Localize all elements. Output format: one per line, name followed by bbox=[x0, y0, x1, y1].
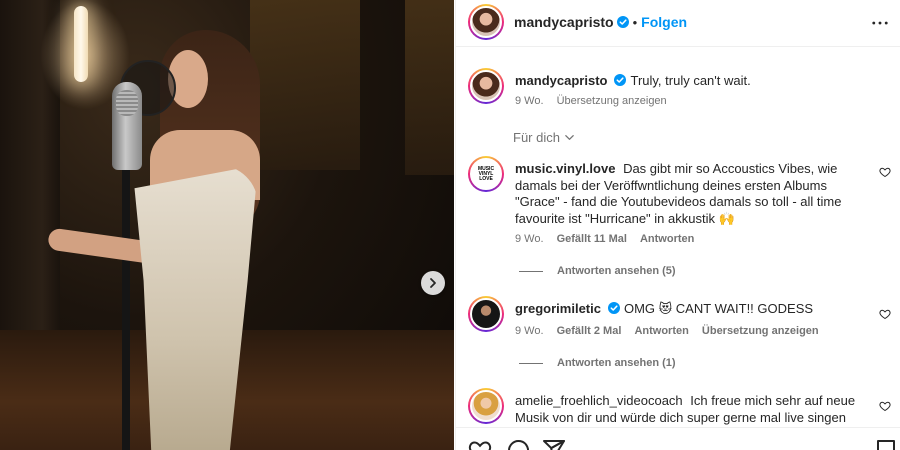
replies-line bbox=[519, 362, 543, 364]
comment-likes[interactable]: Gefällt 11 Mal bbox=[557, 233, 627, 245]
photo-microphone-grille bbox=[116, 90, 138, 116]
post-caption: mandycapristo Truly, truly can't wait. 9… bbox=[468, 68, 893, 112]
verified-badge-icon bbox=[616, 16, 629, 28]
comment-username[interactable]: music.vinyl.love bbox=[515, 161, 615, 176]
avatar-logo-text: MUSIC VINYL LOVE bbox=[477, 165, 495, 182]
share-icon[interactable] bbox=[542, 438, 566, 450]
post-details-pane: mandycapristo • Folgen mandycapristo Tru… bbox=[455, 0, 900, 450]
comment-text: OMG 😻 CANT WAIT!! GODESS bbox=[623, 301, 814, 316]
comment-username[interactable]: gregorimiletic bbox=[515, 301, 601, 316]
caption-meta: 9 Wo. Übersetzung anzeigen bbox=[515, 95, 677, 107]
comment-item: amelie_froehlich_videocoach Ich freue mi… bbox=[468, 388, 893, 428]
caption-text: Truly, truly can't wait. bbox=[630, 73, 751, 88]
caption-translate-link[interactable]: Übersetzung anzeigen bbox=[557, 95, 667, 107]
comment-filter-label: Für dich bbox=[513, 130, 560, 145]
commenter-avatar[interactable] bbox=[468, 296, 504, 332]
comment-username[interactable]: amelie_froehlich_videocoach bbox=[515, 393, 683, 408]
photo-acoustic-panel bbox=[405, 0, 454, 175]
caption-username[interactable]: mandycapristo bbox=[515, 73, 607, 88]
view-replies-label: Antworten ansehen (1) bbox=[557, 357, 676, 369]
carousel-next-button[interactable] bbox=[421, 271, 445, 295]
bookmark-icon[interactable] bbox=[874, 438, 898, 450]
post-header: mandycapristo • Folgen bbox=[456, 0, 900, 47]
comment-reply-button[interactable]: Antworten bbox=[640, 233, 694, 245]
more-horizontal-icon bbox=[872, 21, 888, 25]
post-action-bar bbox=[456, 427, 900, 450]
comment-reply-button[interactable]: Antworten bbox=[634, 325, 688, 337]
caption-text-block: mandycapristo Truly, truly can't wait. bbox=[515, 73, 875, 90]
comment-meta: 9 Wo. Gefällt 11 Mal Antworten bbox=[515, 233, 704, 245]
comment-time[interactable]: 9 Wo. bbox=[515, 325, 544, 337]
heart-icon[interactable] bbox=[879, 308, 891, 320]
commenter-avatar[interactable]: MUSIC VINYL LOVE bbox=[468, 156, 504, 192]
verified-badge-icon bbox=[614, 74, 627, 86]
photo-lamp bbox=[74, 6, 88, 82]
heart-icon[interactable] bbox=[879, 400, 891, 412]
heart-icon[interactable] bbox=[879, 166, 891, 178]
comment-filter-dropdown[interactable]: Für dich bbox=[513, 130, 575, 145]
heart-icon[interactable] bbox=[468, 438, 492, 450]
separator-dot: • bbox=[632, 14, 638, 30]
follow-button[interactable]: Folgen bbox=[641, 14, 687, 30]
caption-time[interactable]: 9 Wo. bbox=[515, 95, 544, 107]
replies-line bbox=[519, 270, 543, 272]
verified-badge-icon bbox=[607, 302, 620, 314]
comment-text-block: gregorimiletic OMG 😻 CANT WAIT!! GODESS bbox=[515, 301, 875, 318]
comment-text-block: amelie_froehlich_videocoach Ich freue mi… bbox=[515, 393, 875, 426]
comment-item: gregorimiletic OMG 😻 CANT WAIT!! GODESS … bbox=[468, 296, 893, 340]
comment-text-block: music.vinyl.love Das gibt mir so Accoust… bbox=[515, 161, 875, 227]
chevron-right-icon bbox=[430, 278, 436, 288]
comment-meta: 9 Wo. Gefällt 2 Mal Antworten Übersetzun… bbox=[515, 325, 829, 337]
more-options-button[interactable] bbox=[871, 14, 889, 32]
view-replies-button[interactable]: Antworten ansehen (1) bbox=[519, 357, 676, 369]
caption-author-avatar[interactable] bbox=[468, 68, 504, 104]
comment-item: MUSIC VINYL LOVE music.vinyl.love Das gi… bbox=[468, 156, 893, 246]
comment-translate-link[interactable]: Übersetzung anzeigen bbox=[702, 325, 819, 337]
comment-time[interactable]: 9 Wo. bbox=[515, 233, 544, 245]
author-line: mandycapristo • Folgen bbox=[514, 14, 687, 30]
commenter-avatar[interactable] bbox=[468, 388, 504, 424]
chevron-down-icon bbox=[565, 135, 574, 140]
comment-icon[interactable] bbox=[506, 438, 530, 450]
view-replies-label: Antworten ansehen (5) bbox=[557, 265, 676, 277]
view-replies-button[interactable]: Antworten ansehen (5) bbox=[519, 265, 676, 277]
author-username[interactable]: mandycapristo bbox=[514, 14, 614, 30]
author-avatar[interactable] bbox=[468, 4, 504, 40]
post-media[interactable] bbox=[0, 0, 454, 450]
photo-mic-stand bbox=[122, 150, 130, 450]
photo-acoustic-panel bbox=[250, 0, 360, 170]
comment-likes[interactable]: Gefällt 2 Mal bbox=[557, 325, 622, 337]
